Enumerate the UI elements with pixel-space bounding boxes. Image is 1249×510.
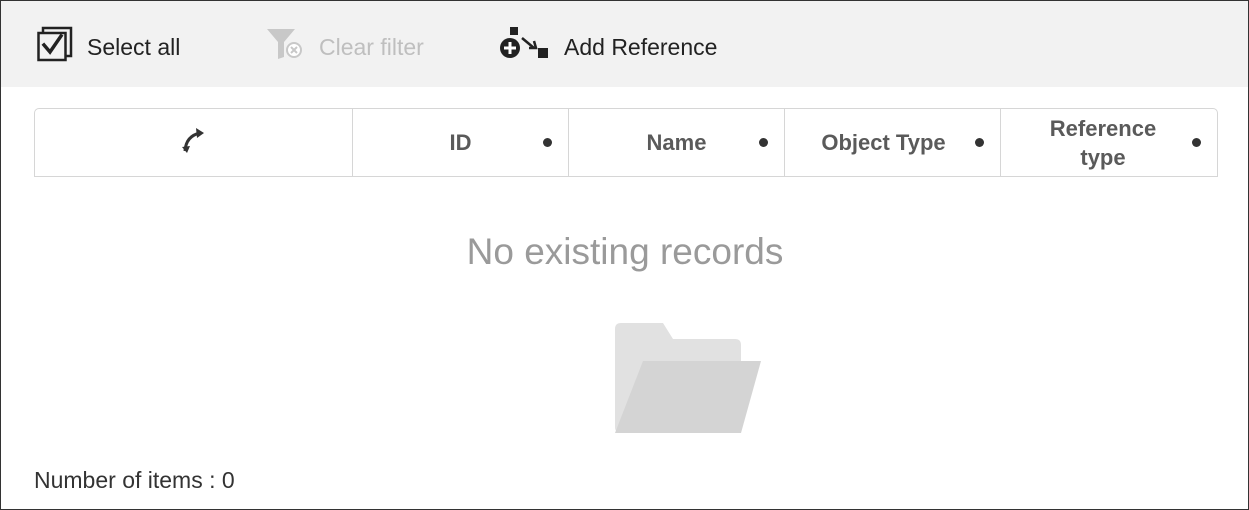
clear-filter-icon xyxy=(265,27,305,67)
column-header-id[interactable]: ID xyxy=(353,109,569,176)
clear-filter-button[interactable]: Clear filter xyxy=(265,23,424,71)
grid-header: ID Name Object Type Reference type xyxy=(34,108,1218,177)
column-reference-direction[interactable] xyxy=(35,109,353,176)
column-menu-dot-icon[interactable] xyxy=(975,138,984,147)
toolbar: Select all Clear filter Add Reference xyxy=(1,1,1248,87)
empty-state-message: No existing records xyxy=(466,231,784,272)
select-all-button[interactable]: Select all xyxy=(37,23,180,71)
column-header-name[interactable]: Name xyxy=(569,109,785,176)
column-label-reference-type: Reference type xyxy=(1049,115,1157,170)
empty-folder-icon xyxy=(613,319,763,440)
references-panel: Select all Clear filter Add Reference ID… xyxy=(0,0,1249,510)
add-reference-button[interactable]: Add Reference xyxy=(498,23,717,71)
select-all-checkbox-icon xyxy=(37,26,73,68)
reference-direction-icon xyxy=(181,127,207,159)
column-label-object-type: Object Type xyxy=(821,130,946,155)
column-menu-dot-icon[interactable] xyxy=(1192,138,1201,147)
column-header-reference-type[interactable]: Reference type xyxy=(1001,109,1217,176)
clear-filter-label: Clear filter xyxy=(319,33,424,60)
select-all-label: Select all xyxy=(87,33,181,60)
column-label-id: ID xyxy=(449,130,472,155)
column-menu-dot-icon[interactable] xyxy=(759,138,768,147)
add-reference-label: Add Reference xyxy=(564,33,718,60)
add-reference-icon xyxy=(498,26,550,68)
column-header-object-type[interactable]: Object Type xyxy=(785,109,1001,176)
column-menu-dot-icon[interactable] xyxy=(543,138,552,147)
column-label-name: Name xyxy=(646,130,707,155)
item-count: Number of items : 0 xyxy=(34,467,235,493)
